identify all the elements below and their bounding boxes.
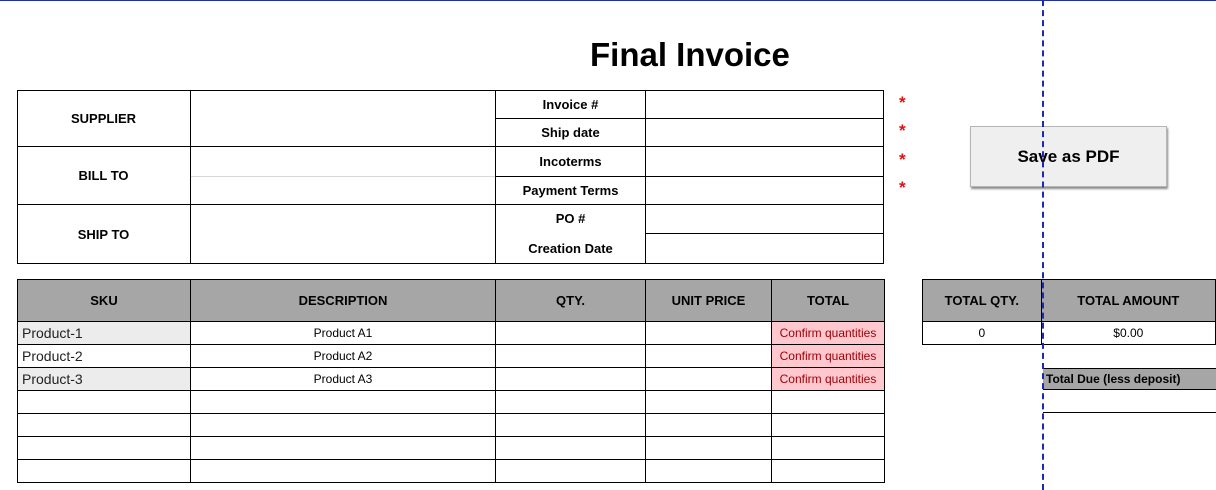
qty-cell[interactable] <box>495 459 646 483</box>
supplier-field[interactable] <box>191 90 495 146</box>
bill-to-field[interactable] <box>191 146 495 204</box>
total-header: TOTAL <box>771 279 885 322</box>
table-row: Product-3 Product A3 Confirm quantities <box>17 367 885 391</box>
top-border <box>0 0 1216 1</box>
total-qty-header: TOTAL QTY. <box>922 279 1042 322</box>
summary-table: TOTAL QTY. TOTAL AMOUNT 0 $0.00 <box>922 279 1216 345</box>
creation-date-label: Creation Date <box>528 240 613 256</box>
required-marker: * <box>899 121 906 140</box>
qty-cell[interactable] <box>495 321 646 345</box>
total-cell[interactable] <box>771 459 885 483</box>
description-header: DESCRIPTION <box>190 279 496 322</box>
supplier-label: SUPPLIER <box>70 110 136 126</box>
qty-cell[interactable] <box>495 344 646 368</box>
po-number-label: PO # <box>555 211 586 226</box>
qty-cell[interactable] <box>495 390 646 414</box>
unit-price-cell[interactable] <box>645 459 772 483</box>
ship-to-label: SHIP TO <box>77 226 130 242</box>
qty-cell[interactable] <box>495 367 646 391</box>
unit-price-cell[interactable] <box>645 390 772 414</box>
page-title: Final Invoice <box>590 36 790 73</box>
sku-cell[interactable] <box>17 436 191 460</box>
description-cell[interactable]: Product A3 <box>190 367 496 391</box>
description-cell[interactable] <box>190 390 496 414</box>
required-marker: * <box>899 150 906 169</box>
invoice-header-block: SUPPLIER BILL TO SHIP TO Invoice # Ship … <box>17 90 884 264</box>
total-cell[interactable] <box>771 436 885 460</box>
unit-price-header: UNIT PRICE <box>645 279 772 322</box>
sku-header: SKU <box>17 279 191 322</box>
unit-price-cell[interactable] <box>645 367 772 391</box>
bill-to-label: BILL TO <box>78 167 129 183</box>
total-qty-value: 0 <box>922 321 1042 345</box>
ship-to-field[interactable] <box>191 204 495 264</box>
po-number-field[interactable] <box>646 204 883 233</box>
qty-cell[interactable] <box>495 436 646 460</box>
total-cell[interactable] <box>771 390 885 414</box>
unit-price-cell[interactable] <box>645 413 772 437</box>
sku-cell[interactable] <box>17 459 191 483</box>
payment-terms-field[interactable] <box>646 176 883 204</box>
incoterms-field[interactable] <box>646 146 883 176</box>
total-cell[interactable]: Confirm quantities <box>771 321 885 345</box>
table-row <box>17 413 885 437</box>
sku-cell[interactable]: Product-3 <box>17 367 191 391</box>
total-due-label: Total Due (less deposit) <box>1043 368 1216 390</box>
ship-date-label: Ship date <box>541 124 600 140</box>
line-items-table: SKU DESCRIPTION QTY. UNIT PRICE TOTAL Pr… <box>17 279 885 483</box>
required-marker: * <box>899 178 906 197</box>
sku-cell[interactable]: Product-2 <box>17 344 191 368</box>
qty-cell[interactable] <box>495 413 646 437</box>
total-cell[interactable]: Confirm quantities <box>771 367 885 391</box>
total-cell[interactable]: Confirm quantities <box>771 344 885 368</box>
page-break-line <box>1042 0 1044 490</box>
invoice-number-label: Invoice # <box>542 96 599 112</box>
sku-cell[interactable]: Product-1 <box>17 321 191 345</box>
save-as-pdf-button[interactable]: Save as PDF <box>970 126 1167 187</box>
qty-header: QTY. <box>495 279 646 322</box>
table-row <box>17 436 885 460</box>
invoice-number-field[interactable] <box>646 90 883 118</box>
summary-header-row: TOTAL QTY. TOTAL AMOUNT <box>922 279 1216 322</box>
unit-price-cell[interactable] <box>645 344 772 368</box>
incoterms-label: Incoterms <box>539 153 602 169</box>
unit-price-cell[interactable] <box>645 321 772 345</box>
table-row: Product-2 Product A2 Confirm quantities <box>17 344 885 368</box>
table-header-row: SKU DESCRIPTION QTY. UNIT PRICE TOTAL <box>17 279 885 322</box>
sku-cell[interactable] <box>17 390 191 414</box>
description-cell[interactable] <box>190 436 496 460</box>
description-cell[interactable] <box>190 459 496 483</box>
creation-date-field[interactable] <box>646 233 883 263</box>
total-amount-header: TOTAL AMOUNT <box>1040 279 1216 322</box>
total-due-value-field[interactable] <box>1043 390 1216 413</box>
required-marker: * <box>899 93 906 112</box>
table-row <box>17 390 885 414</box>
ship-date-field[interactable] <box>646 118 883 146</box>
description-cell[interactable] <box>190 413 496 437</box>
total-cell[interactable] <box>771 413 885 437</box>
unit-price-cell[interactable] <box>645 436 772 460</box>
description-cell[interactable]: Product A2 <box>190 344 496 368</box>
table-row <box>17 459 885 483</box>
total-amount-value: $0.00 <box>1040 321 1216 345</box>
description-cell[interactable]: Product A1 <box>190 321 496 345</box>
payment-terms-label: Payment Terms <box>522 182 619 198</box>
summary-values-row: 0 $0.00 <box>922 321 1216 345</box>
sku-cell[interactable] <box>17 413 191 437</box>
table-row: Product-1 Product A1 Confirm quantities <box>17 321 885 345</box>
